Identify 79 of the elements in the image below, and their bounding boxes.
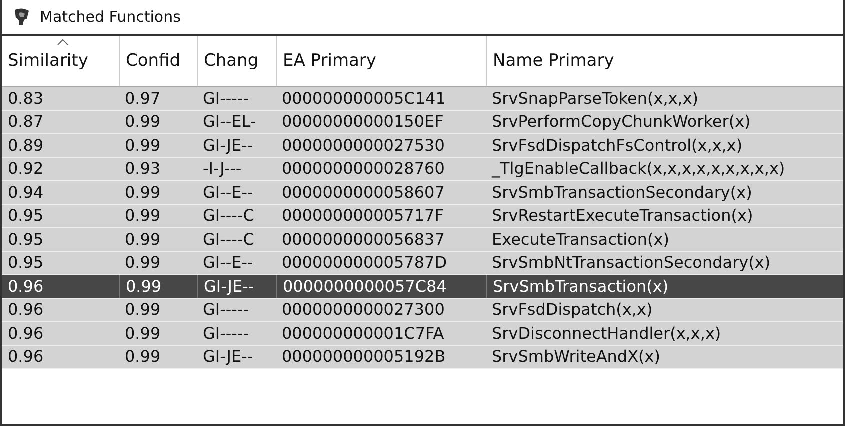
table-cell-text: 0.99 — [124, 134, 162, 156]
table-row[interactable]: 0.96 0.99 GI-JE-- 0000000000057C84 SrvSmbTransaction(x) — [2, 275, 843, 298]
table-cell-text: SrvRestartExecuteTransaction(x) — [491, 205, 754, 227]
table-cell-text: 0.99 — [124, 322, 162, 344]
table-cell-text: 00000000000150EF — [281, 111, 445, 133]
table-cell-text: 0.93 — [124, 158, 162, 180]
table-cell-text: GI-JE-- — [202, 134, 254, 156]
table-cell-text: 0.99 — [124, 182, 162, 204]
table-cell-text: 0.95 — [7, 205, 45, 227]
table-cell-text: 0.92 — [7, 158, 45, 180]
table-cell-text: -I-J--- — [202, 158, 243, 180]
table-row[interactable]: 0.89 0.99 GI-JE-- 0000000000027530 SrvFsdDispatchFsControl(x,x,x) — [2, 134, 843, 158]
table-row[interactable]: 0.96 0.99 GI----- 0000000000027300 SrvFsdDispatch(x,x) — [2, 298, 843, 322]
table-row[interactable]: 0.95 0.99 GI--E-- 000000000005787D SrvSmbNtTransactionSecondary(x) — [2, 252, 843, 275]
table-cell-text: _TlgEnableCallback(x,x,x,x,x,x,x,x,x) — [490, 158, 786, 180]
column-header[interactable]: Similarity — [2, 36, 119, 86]
table-cell: 0.99 — [119, 275, 197, 298]
table-cell-text: 0.94 — [7, 182, 45, 204]
table-cell-text: SrvSmbNtTransactionSecondary(x) — [491, 252, 772, 274]
table-cell-text: GI--EL- — [202, 111, 258, 133]
table-cell-text: 0.99 — [124, 346, 162, 368]
table-cell-text: 0.99 — [124, 228, 162, 250]
column-header[interactable]: Chang — [197, 36, 276, 86]
table-cell-text: 0.99 — [124, 299, 162, 321]
table-cell-text: 000000000005787D — [281, 252, 448, 274]
table-row[interactable]: 0.87 0.99 GI--EL- 00000000000150EF SrvPerformCopyChunkWorker(x) — [2, 110, 843, 134]
table-cell-text: 0000000000058607 — [281, 182, 446, 204]
table-cell-text: GI--E-- — [202, 252, 254, 274]
table-cell-text: 0.95 — [7, 228, 45, 250]
table-row[interactable]: 0.96 0.99 GI----- 000000000001C7FA SrvDisconnectHandler(x,x,x) — [2, 322, 843, 346]
table-cell-text: 0000000000028760 — [281, 158, 446, 180]
table-row[interactable]: 0.96 0.99 GI-JE-- 000000000005192B SrvSmbWriteAndX(x) — [2, 346, 843, 369]
table-cell-text: GI--E-- — [202, 182, 254, 204]
table-row[interactable]: 0.95 0.99 GI----C 000000000005717F SrvRestartExecuteTransaction(x) — [2, 204, 843, 228]
app-icon — [12, 7, 32, 27]
table-row[interactable]: 0.92 0.93 -I-J--- 0000000000028760 _TlgEnableCallback(x,x,x,x,x,x,x,x,x) — [2, 158, 843, 181]
table-cell-text: SrvSmbTransactionSecondary(x) — [491, 182, 754, 204]
table-cell-text: 0.87 — [7, 111, 45, 133]
table-cell-text: 000000000005717F — [281, 205, 445, 227]
table-cell-text: 0.96 — [7, 276, 45, 298]
table-cell-text: SrvSnapParseToken(x,x,x) — [491, 88, 700, 110]
table-cell-text: ExecuteTransaction(x) — [491, 228, 670, 250]
table-cell-text: GI-JE-- — [202, 346, 254, 368]
table-cell-text: GI----C — [202, 205, 256, 227]
table-cell-text: SrvFsdDispatchFsControl(x,x,x) — [491, 134, 744, 156]
table-cell-text: GI----- — [202, 88, 250, 110]
table-cell-text: 0.96 — [7, 346, 45, 368]
table-cell-text: GI----- — [202, 299, 250, 321]
table-cell-text: 0.83 — [7, 88, 45, 110]
table-row[interactable]: 0.94 0.99 GI--E-- 0000000000058607 SrvSmbTransactionSecondary(x) — [2, 181, 843, 204]
table-cell-text: 0.97 — [124, 88, 162, 110]
table-cell-text: 0.96 — [7, 322, 45, 344]
table-cell: GI-JE-- — [197, 275, 276, 298]
table-cell-text: 0.99 — [124, 205, 162, 227]
column-header[interactable]: Confid — [119, 36, 197, 86]
table-cell-text: SrvPerformCopyChunkWorker(x) — [491, 111, 752, 133]
table-cell-text: 000000000001C7FA — [281, 322, 446, 344]
table-row[interactable]: 0.95 0.99 GI----C 0000000000056837 ExecuteTransaction(x) — [2, 228, 843, 252]
table-cell-text: 0000000000056837 — [281, 228, 446, 250]
table-cell: 0000000000057C84 — [276, 275, 486, 298]
table-cell-text: GI----C — [202, 228, 256, 250]
table-cell-text: 000000000005192B — [281, 346, 447, 368]
table-cell-text: 000000000005C141 — [281, 88, 447, 110]
table-cell-text: 0.95 — [7, 252, 45, 274]
column-header[interactable]: EA Primary — [276, 36, 486, 86]
table-row[interactable]: 0.83 0.97 GI----- 000000000005C141 SrvSnapParseToken(x,x,x) — [2, 87, 843, 110]
table-cell-text: 0000000000027530 — [281, 134, 446, 156]
table-cell-text: 0.99 — [124, 111, 162, 133]
table-cell-text: 0.96 — [7, 299, 45, 321]
table-cell-text: SrvFsdDispatch(x,x) — [491, 299, 654, 321]
table-cell: SrvSmbTransaction(x) — [486, 275, 843, 298]
table-cell-text: 0000000000027300 — [281, 299, 446, 321]
table-cell-text: SrvDisconnectHandler(x,x,x) — [491, 322, 722, 344]
table-cell-text: 0.99 — [124, 252, 162, 274]
table-cell-text: 0.89 — [7, 134, 45, 156]
window-title: Matched Functions — [40, 8, 181, 26]
column-header[interactable]: Name Primary — [486, 36, 843, 86]
table-cell-text: GI----- — [202, 322, 250, 344]
table-cell-text: SrvSmbWriteAndX(x) — [491, 346, 662, 368]
